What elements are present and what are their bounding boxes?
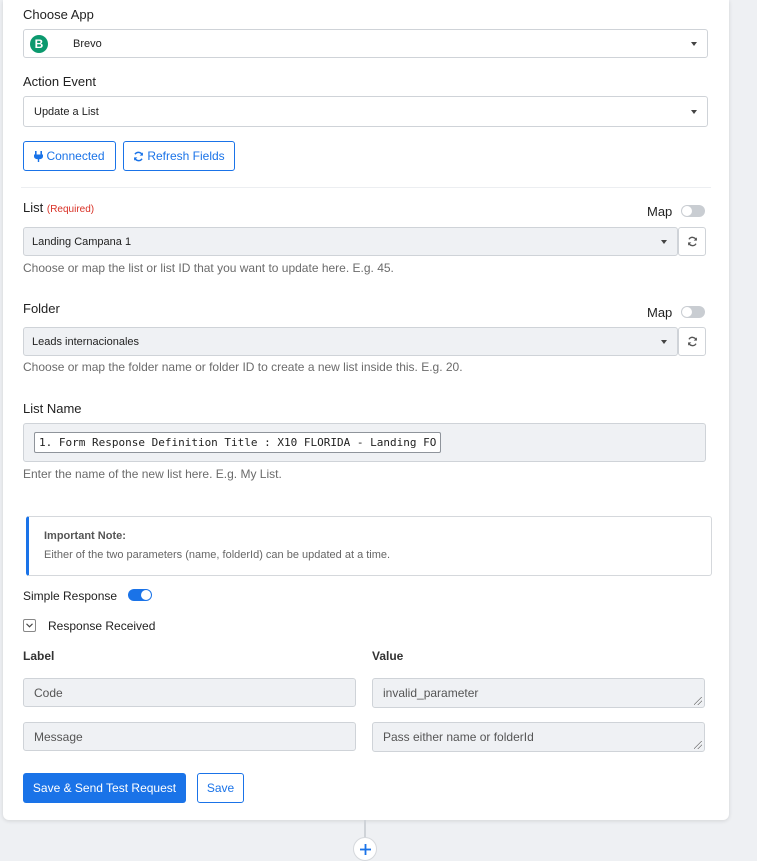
- connected-button[interactable]: Connected: [23, 141, 116, 171]
- save-label: Save: [206, 781, 235, 795]
- response-value-text: Pass either name or folderId: [383, 730, 534, 744]
- toggle-knob: [682, 206, 692, 216]
- simple-response-toggle[interactable]: [128, 589, 152, 601]
- chevron-down-icon: [661, 339, 667, 344]
- list-name-help-text: Enter the name of the new list here. E.g…: [23, 467, 282, 481]
- simple-response-label: Simple Response: [23, 589, 118, 603]
- list-name-input[interactable]: 1. Form Response Definition Title : X10 …: [23, 423, 706, 462]
- folder-map-label: Map: [647, 305, 673, 320]
- folder-label: Folder: [23, 301, 60, 316]
- brevo-logo-icon: B: [30, 35, 48, 53]
- folder-map-toggle[interactable]: [681, 306, 705, 318]
- add-step-button[interactable]: [353, 837, 377, 861]
- list-label: List (Required): [23, 200, 94, 215]
- note-text: Either of the two parameters (name, fold…: [44, 549, 391, 561]
- chevron-down-icon: [661, 239, 667, 244]
- label-column-header: Label: [23, 649, 55, 663]
- folder-value: Leads internacionales: [32, 336, 140, 348]
- folder-refresh-button[interactable]: [678, 327, 706, 356]
- refresh-icon: [134, 151, 144, 161]
- mapped-field-token[interactable]: 1. Form Response Definition Title : X10 …: [34, 432, 442, 453]
- list-help-text: Choose or map the list or list ID that y…: [23, 261, 394, 275]
- save-button[interactable]: Save: [197, 773, 244, 803]
- list-name-label: List Name: [23, 401, 82, 416]
- note-title: Important Note:: [44, 530, 126, 542]
- choose-app-value: Brevo: [73, 38, 102, 50]
- refresh-icon: [687, 236, 697, 247]
- action-event-value: Update a List: [34, 106, 99, 118]
- list-select[interactable]: Landing Campana 1: [23, 227, 678, 256]
- value-column-header: Value: [372, 649, 404, 663]
- toggle-knob: [141, 590, 151, 600]
- connected-label: Connected: [46, 149, 105, 163]
- choose-app-label: Choose App: [23, 7, 94, 22]
- response-received-label: Response Received: [48, 619, 156, 633]
- chevron-down-icon: [691, 41, 697, 46]
- plus-icon: [359, 843, 371, 855]
- toggle-knob: [682, 307, 692, 317]
- list-map-toggle[interactable]: [681, 205, 705, 217]
- list-label-text: List: [23, 200, 44, 215]
- response-label-field[interactable]: Code: [23, 678, 356, 707]
- response-value-field[interactable]: invalid_parameter: [372, 678, 705, 708]
- folder-help-text: Choose or map the folder name or folder …: [23, 360, 463, 374]
- response-value-field[interactable]: Pass either name or folderId: [372, 722, 705, 752]
- refresh-icon: [687, 336, 697, 347]
- plug-icon: [34, 150, 44, 162]
- response-collapse-toggle[interactable]: [23, 619, 36, 632]
- response-label-field[interactable]: Message: [23, 722, 356, 751]
- folder-select[interactable]: Leads internacionales: [23, 327, 678, 356]
- action-event-select[interactable]: Update a List: [23, 96, 708, 127]
- list-value: Landing Campana 1: [32, 236, 132, 248]
- important-note: Important Note: Either of the two parame…: [26, 516, 712, 576]
- chevron-down-icon: [691, 109, 697, 114]
- resize-grip-icon[interactable]: [694, 741, 702, 749]
- divider: [21, 187, 711, 188]
- refresh-fields-button[interactable]: Refresh Fields: [123, 141, 235, 171]
- chevron-down-icon: [26, 623, 33, 628]
- action-event-label: Action Event: [23, 74, 96, 89]
- required-badge: (Required): [46, 204, 95, 215]
- save-send-test-button[interactable]: Save & Send Test Request: [23, 773, 186, 803]
- resize-grip-icon[interactable]: [694, 697, 702, 705]
- response-value-text: invalid_parameter: [383, 686, 479, 700]
- refresh-fields-label: Refresh Fields: [147, 149, 225, 163]
- list-map-label: Map: [647, 204, 673, 219]
- list-refresh-button[interactable]: [678, 227, 706, 256]
- choose-app-select[interactable]: B Brevo: [23, 29, 708, 58]
- step-card: Choose App B Brevo Action Event Update a…: [3, 0, 729, 820]
